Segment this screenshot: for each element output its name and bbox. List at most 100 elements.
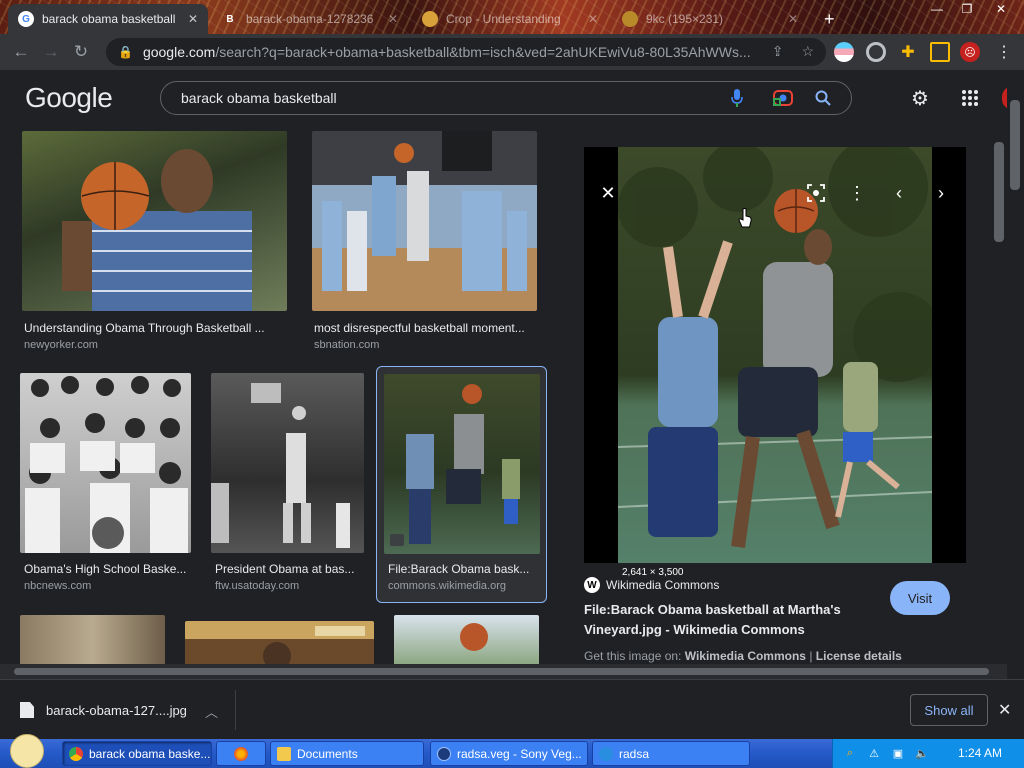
extensions-puzzle-icon[interactable]: ✚ [898, 42, 918, 62]
search-box[interactable]: barack obama basketball [160, 81, 852, 115]
result-source: sbnation.com [314, 339, 380, 351]
close-preview-icon[interactable]: ✕ [596, 181, 620, 205]
close-icon[interactable]: ✕ [588, 12, 598, 26]
extension-flag-icon[interactable] [834, 42, 854, 62]
bookmark-star-icon[interactable]: ☆ [801, 43, 814, 60]
display-icon[interactable]: ▣ [891, 747, 905, 761]
close-icon[interactable]: ✕ [788, 12, 798, 26]
result-caption: Understanding Obama Through Basketball .… [24, 321, 265, 335]
previous-image-icon[interactable]: ‹ [887, 181, 911, 205]
google-header: Google barack obama basketball ⚙ [0, 70, 1024, 126]
b-icon: B [226, 13, 234, 25]
tab-google-search[interactable]: G barack obama basketball ✕ [8, 4, 208, 34]
result-thumbnail[interactable] [211, 373, 364, 553]
preview-scrollbar[interactable] [990, 126, 1007, 664]
result-card[interactable]: most disrespectful basketball moment... … [312, 131, 538, 351]
system-tray: ⌕ ⚠ ▣ 🔈 1:24 AM [832, 739, 1024, 768]
url-host: google.com [142, 44, 216, 60]
result-thumbnail[interactable] [312, 131, 537, 311]
browser-menu-icon[interactable]: ⋮ [994, 42, 1014, 62]
result-card[interactable] [20, 615, 166, 664]
page-scrollbar[interactable] [1007, 70, 1024, 664]
close-icon[interactable]: ✕ [388, 12, 398, 26]
window-close-icon[interactable]: ✕ [986, 2, 1016, 18]
result-thumbnail[interactable] [185, 621, 374, 664]
result-source: commons.wikimedia.org [388, 580, 506, 592]
google-logo[interactable]: Google [25, 82, 113, 114]
result-source: ftw.usatoday.com [215, 580, 300, 592]
new-tab-button[interactable]: + [814, 4, 842, 34]
start-button[interactable] [2, 733, 52, 768]
settings-gear-icon[interactable]: ⚙ [908, 86, 932, 110]
lock-icon[interactable]: 🔒 [118, 45, 133, 59]
close-download-bar-icon[interactable]: ✕ [998, 700, 1011, 720]
profile-avatar[interactable]: ☹ [960, 42, 980, 62]
taskbar-label: radsa [619, 746, 650, 761]
maximize-icon[interactable]: ❐ [952, 2, 982, 18]
search-input[interactable]: barack obama basketball [181, 90, 337, 106]
result-thumbnail[interactable] [394, 615, 539, 664]
license-details-link[interactable]: License details [816, 649, 902, 663]
close-icon[interactable]: ✕ [188, 12, 198, 26]
url-path: /search?q=barack+obama+basketball&tbm=is… [215, 44, 751, 60]
address-bar[interactable]: 🔒 google.com/search?q=barack+obama+baske… [106, 38, 826, 66]
google-icon: G [18, 11, 34, 27]
result-thumbnail[interactable] [20, 615, 165, 664]
scrollbar-thumb[interactable] [994, 142, 1004, 242]
result-thumbnail[interactable] [384, 374, 540, 554]
result-caption: President Obama at bas... [215, 562, 355, 576]
browser-toolbar: ← → ↻ 🔒 google.com/search?q=barack+obama… [0, 34, 1024, 70]
taskbar-chrome[interactable]: barack obama baske... [62, 741, 212, 766]
result-thumbnail[interactable] [22, 131, 287, 311]
tab-9kc-image[interactable]: 9kc (195×231) ✕ [612, 4, 808, 34]
tab-barack-obama-image[interactable]: B barack-obama-1278236 ✕ [212, 4, 408, 34]
search-icon[interactable] [812, 87, 834, 109]
scrollbar-thumb[interactable] [1010, 100, 1020, 190]
tab-crop-understanding[interactable]: Crop - Understanding ✕ [412, 4, 608, 34]
back-icon[interactable]: ← [6, 37, 36, 67]
more-options-icon[interactable]: ⋮ [845, 181, 869, 205]
result-card-selected[interactable]: File:Barack Obama bask... commons.wikime… [376, 366, 547, 603]
lens-search-icon[interactable] [804, 181, 828, 205]
camera-lens-icon[interactable] [772, 87, 794, 109]
taskbar-vegas[interactable]: radsa.veg - Sony Veg... [430, 741, 588, 766]
result-thumbnail[interactable] [20, 373, 191, 553]
preview-title[interactable]: File:Barack Obama basketball at Martha's… [584, 600, 884, 640]
scrollbar-thumb[interactable] [14, 668, 989, 675]
next-image-icon[interactable]: › [929, 181, 953, 205]
app-icon [599, 746, 613, 761]
minimize-icon[interactable]: — [922, 2, 952, 18]
preview-image[interactable] [618, 147, 932, 563]
show-all-button[interactable]: Show all [910, 694, 988, 726]
get-image-site-link[interactable]: Wikimedia Commons [685, 649, 806, 663]
horizontal-scrollbar[interactable] [0, 664, 1007, 679]
result-card[interactable]: Obama's High School Baske... nbcnews.com [20, 373, 192, 595]
search-tray-icon[interactable]: ⌕ [843, 747, 857, 761]
visit-button[interactable]: Visit [890, 581, 950, 615]
image-results-grid: Understanding Obama Through Basketball .… [0, 126, 560, 664]
extension-record-icon[interactable] [866, 42, 886, 62]
microphone-icon[interactable] [726, 87, 748, 109]
chrome-icon [69, 746, 83, 761]
download-item[interactable]: barack-obama-127....jpg [20, 702, 187, 718]
folder-icon [277, 746, 291, 761]
source-site[interactable]: W Wikimedia Commons [584, 577, 719, 593]
apps-grid-icon[interactable] [958, 86, 982, 110]
tab-title: barack obama basketball [42, 12, 176, 26]
share-icon[interactable]: ⇪ [772, 43, 784, 60]
result-card[interactable]: President Obama at bas... ftw.usatoday.c… [211, 373, 365, 595]
result-card[interactable] [185, 621, 375, 664]
image-preview-panel: ✕ ⋮ ‹ › 2,641 × 3,500 W Wikimedia Common… [560, 126, 990, 664]
taskbar-radsa[interactable]: radsa [592, 741, 750, 766]
volume-icon[interactable]: 🔈 [915, 747, 929, 761]
network-warning-icon[interactable]: ⚠ [867, 747, 881, 761]
forward-icon[interactable]: → [36, 37, 66, 67]
taskbar-firefox[interactable] [216, 741, 266, 766]
result-card[interactable]: Understanding Obama Through Basketball .… [22, 131, 288, 351]
result-card[interactable] [394, 615, 540, 664]
side-panel-icon[interactable] [930, 42, 950, 62]
clock[interactable]: 1:24 AM [958, 746, 1002, 760]
taskbar-documents[interactable]: Documents [270, 741, 424, 766]
reload-icon[interactable]: ↻ [66, 37, 96, 67]
chevron-up-icon[interactable]: ︿ [205, 702, 218, 721]
